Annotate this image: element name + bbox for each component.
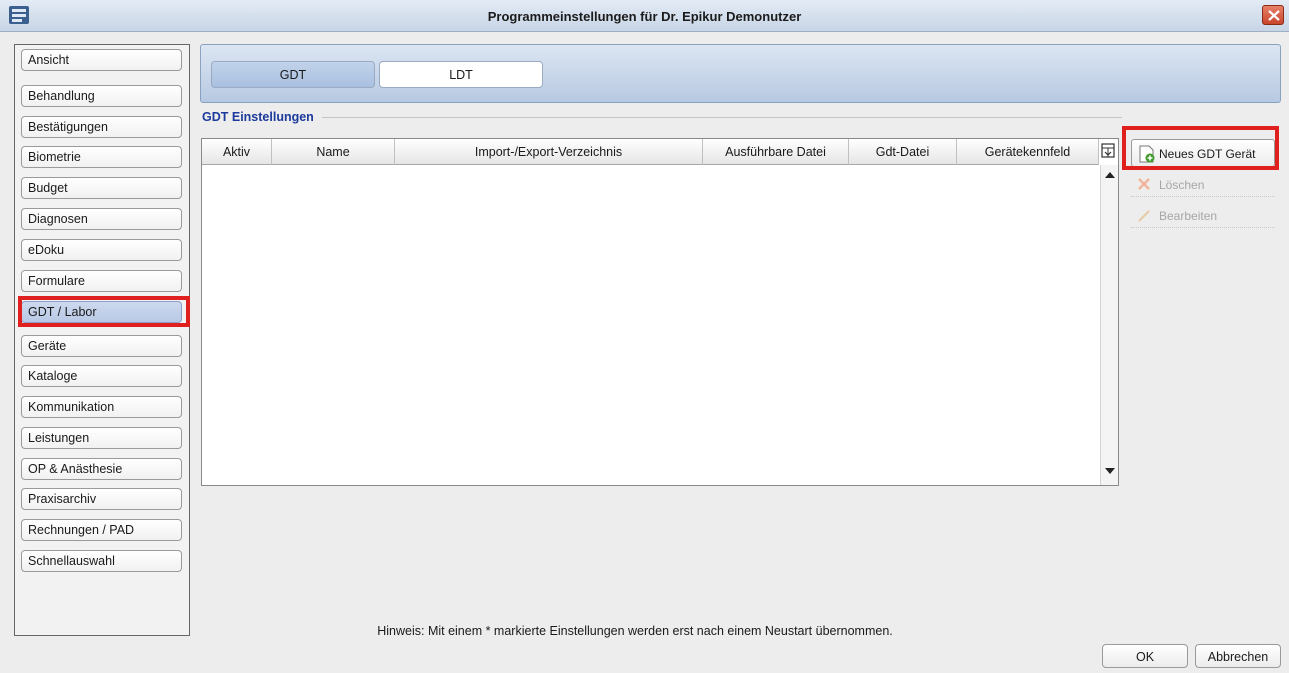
sidebar-item-biometrie[interactable]: Biometrie (21, 146, 182, 168)
sidebar-item-praxisarchiv[interactable]: Praxisarchiv (21, 488, 182, 510)
sidebar-item-budget[interactable]: Budget (21, 177, 182, 199)
table-header: Aktiv Name Import-/Export-Verzeichnis Au… (202, 139, 1099, 165)
column-header-device-id[interactable]: Gerätekennfeld (957, 139, 1099, 165)
title-bar: Programmeinstellungen für Dr. Epikur Dem… (0, 0, 1289, 32)
cancel-button[interactable]: Abbrechen (1195, 644, 1281, 668)
sidebar-item-geraete[interactable]: Geräte (21, 335, 182, 357)
close-icon (1268, 10, 1280, 21)
column-header-executable[interactable]: Ausführbare Datei (703, 139, 849, 165)
gdt-devices-table: Aktiv Name Import-/Export-Verzeichnis Au… (201, 138, 1119, 486)
column-header-import-export[interactable]: Import-/Export-Verzeichnis (395, 139, 703, 165)
tab-gdt[interactable]: GDT (211, 61, 375, 88)
sidebar-item-edoku[interactable]: eDoku (21, 239, 182, 261)
sidebar-item-kataloge[interactable]: Kataloge (21, 365, 182, 387)
tab-bar: GDT LDT (200, 44, 1281, 103)
sidebar-item-schnellauswahl[interactable]: Schnellauswahl (21, 550, 182, 572)
column-header-aktiv[interactable]: Aktiv (202, 139, 272, 165)
new-gdt-device-label: Neues GDT Gerät (1159, 147, 1256, 161)
delete-label: Löschen (1159, 178, 1205, 192)
delete-button[interactable]: Löschen (1131, 173, 1275, 197)
delete-icon (1137, 177, 1151, 194)
scroll-down-icon[interactable] (1102, 463, 1118, 479)
sidebar-item-ansicht[interactable]: Ansicht (21, 49, 182, 71)
section-title: GDT Einstellungen (202, 110, 314, 124)
scroll-up-icon[interactable] (1102, 167, 1118, 183)
section-divider (322, 117, 1122, 118)
pencil-icon (1137, 208, 1151, 225)
sidebar-item-leistungen[interactable]: Leistungen (21, 427, 182, 449)
restart-hint: Hinweis: Mit einem * markierte Einstellu… (377, 624, 893, 638)
sidebar-item-behandlung[interactable]: Behandlung (21, 85, 182, 107)
close-button[interactable] (1262, 5, 1284, 25)
column-config-icon[interactable] (1100, 141, 1116, 161)
column-header-name[interactable]: Name (272, 139, 395, 165)
sidebar-item-kommunikation[interactable]: Kommunikation (21, 396, 182, 418)
ok-button[interactable]: OK (1102, 644, 1188, 668)
window-title: Programmeinstellungen für Dr. Epikur Dem… (487, 9, 802, 24)
sidebar-item-formulare[interactable]: Formulare (21, 270, 182, 292)
table-scrollbar[interactable] (1100, 165, 1118, 485)
edit-label: Bearbeiten (1159, 209, 1218, 223)
sidebar-item-op-anaesthesie[interactable]: OP & Anästhesie (21, 458, 182, 480)
sidebar-item-rechnungen-pad[interactable]: Rechnungen / PAD (21, 519, 182, 541)
new-document-icon (1138, 145, 1156, 166)
new-gdt-device-button[interactable]: Neues GDT Gerät (1131, 139, 1275, 167)
sidebar-item-gdt-labor[interactable]: GDT / Labor (21, 301, 182, 323)
tab-ldt[interactable]: LDT (379, 61, 543, 88)
edit-button[interactable]: Bearbeiten (1131, 204, 1275, 228)
sidebar-item-bestaetigungen[interactable]: Bestätigungen (21, 116, 182, 138)
sidebar-item-diagnosen[interactable]: Diagnosen (21, 208, 182, 230)
settings-sidebar: Ansicht Behandlung Bestätigungen Biometr… (14, 44, 190, 636)
column-header-gdt-file[interactable]: Gdt-Datei (849, 139, 957, 165)
